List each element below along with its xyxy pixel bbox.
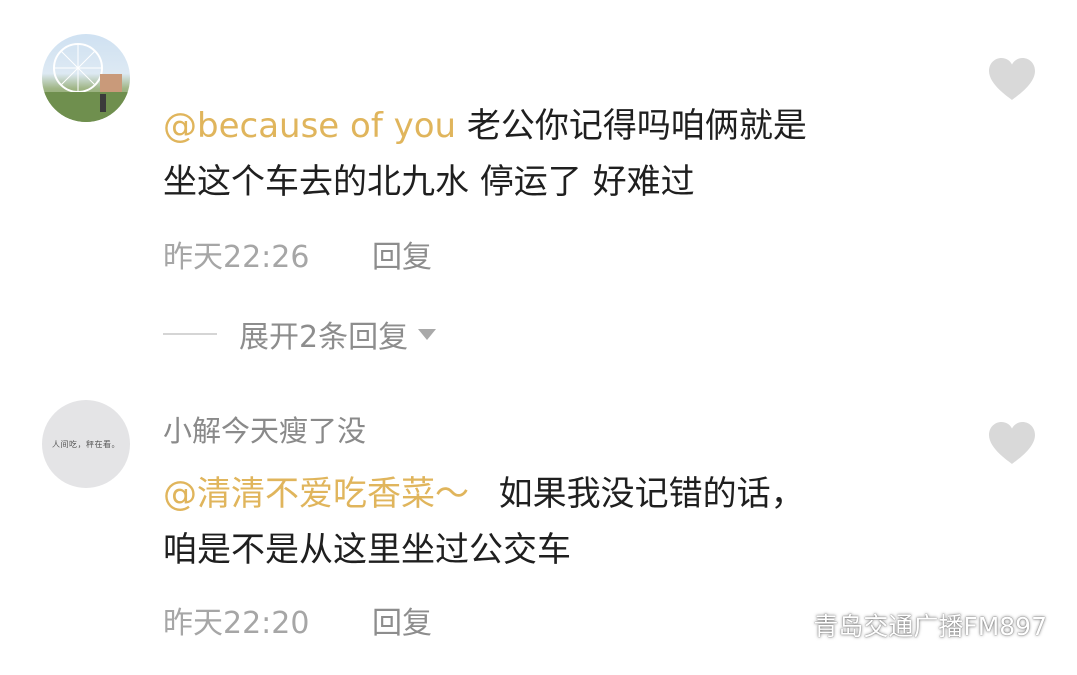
username[interactable]: 小解今天瘦了没	[163, 408, 366, 450]
avatar[interactable]	[42, 34, 130, 122]
comment-text-line: @because of you 老公你记得吗咱俩就是	[163, 96, 807, 156]
avatar-text: 人间吃，秤在看。	[52, 439, 120, 449]
avatar[interactable]: 人间吃，秤在看。	[42, 400, 130, 488]
watermark-text: 青岛交通广播FM897	[813, 612, 1047, 641]
comment-text-line: @清清不爱吃香菜～ 如果我没记错的话，	[163, 464, 805, 524]
ferris-wheel-photo	[42, 43, 130, 122]
expand-replies-button[interactable]: 展开2条回复	[163, 312, 437, 356]
comment-text: 老公你记得吗咱俩就是	[466, 106, 807, 146]
comment-time: 昨天22:20	[163, 606, 310, 641]
comment-text: 如果我没记错的话，	[498, 474, 805, 514]
comment-time: 昨天22:26	[163, 240, 310, 275]
reply-button[interactable]: 回复	[372, 232, 432, 276]
heart-icon[interactable]	[986, 56, 1038, 102]
caret-down-icon	[418, 328, 437, 340]
expand-replies-label: 展开2条回复	[239, 320, 409, 355]
wechat-icon	[772, 612, 805, 637]
heart-icon[interactable]	[986, 420, 1038, 466]
comment-text-line: 坐这个车去的北九水 停运了 好难过	[163, 162, 695, 202]
mention-link[interactable]: @because of you	[163, 106, 456, 146]
mention-link[interactable]: @清清不爱吃香菜～	[163, 474, 469, 514]
comment-item: @because of you 老公你记得吗咱俩就是 坐这个车去的北九水 停运了…	[0, 0, 1077, 370]
comment-text-line: 咱是不是从这里坐过公交车	[163, 530, 571, 570]
divider-line	[163, 333, 217, 335]
reply-button[interactable]: 回复	[372, 598, 432, 642]
watermark: 青岛交通广播FM897	[771, 607, 1047, 643]
